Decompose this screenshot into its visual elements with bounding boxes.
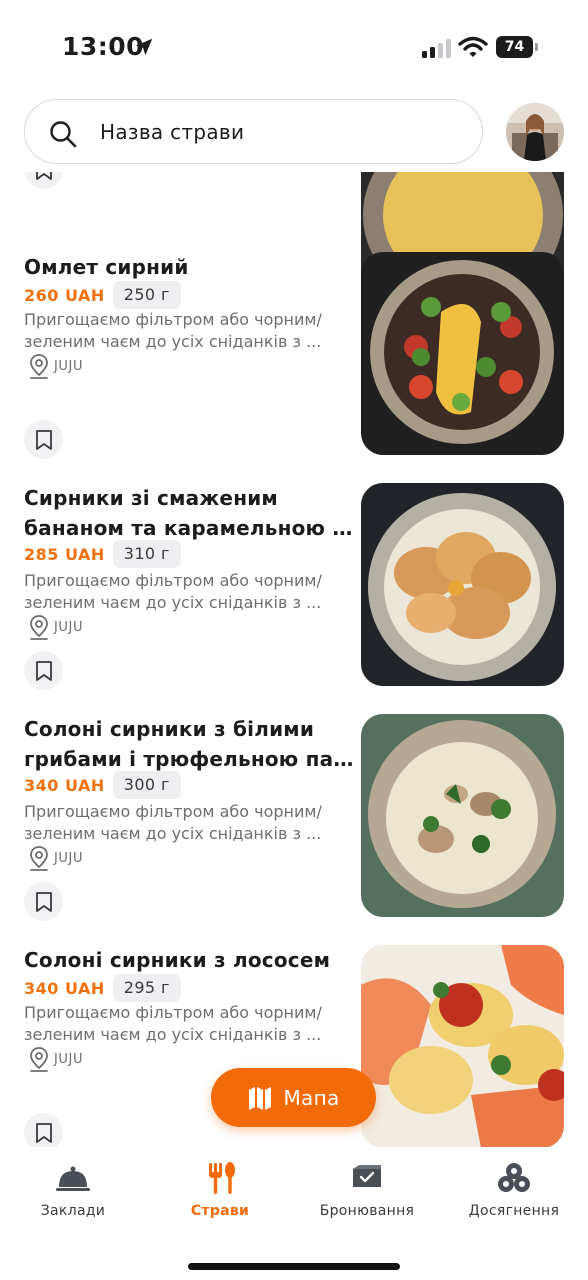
tab-achievements[interactable]: Досягнення xyxy=(444,1161,584,1231)
fork-knife-icon xyxy=(209,1162,235,1194)
bookmark-icon xyxy=(35,891,52,912)
venue-name: JUJU xyxy=(54,1051,84,1067)
dish-image[interactable] xyxy=(361,714,564,917)
tab-booking[interactable]: Бронювання xyxy=(297,1161,437,1231)
achievements-icon xyxy=(498,1163,530,1192)
dish-weight-badge: 300 г xyxy=(112,771,181,799)
bookmark-icon xyxy=(35,172,52,180)
dish-price: 285 UAH xyxy=(24,544,105,564)
avatar-image xyxy=(506,103,564,161)
dish-weight-badge: 295 г xyxy=(112,974,181,1002)
map-button-label: Мапа xyxy=(283,1085,340,1110)
tab-label: Бронювання xyxy=(319,1203,415,1219)
dish-card[interactable]: Омлет сирний 260 UAH 250 г Пригощаємо фі… xyxy=(0,252,588,483)
map-button[interactable]: Мапа xyxy=(211,1068,376,1127)
booking-icon xyxy=(353,1165,381,1187)
avatar[interactable] xyxy=(506,103,564,161)
venue-name: JUJU xyxy=(54,850,84,866)
dish-price: 340 UAH xyxy=(24,978,105,998)
location-pin-icon xyxy=(30,846,48,871)
bookmark-button[interactable] xyxy=(24,651,63,690)
dish-description: Пригощаємо фільтром або чорним/ зеленим … xyxy=(24,310,322,351)
venue-name: JUJU xyxy=(54,619,84,635)
dish-price: 260 UAH xyxy=(24,285,105,305)
dish-description: Пригощаємо фільтром або чорним/ зеленим … xyxy=(24,802,322,843)
venue-name: JUJU xyxy=(54,358,84,374)
battery-level: 74 xyxy=(496,36,533,58)
venue-link[interactable]: JUJU xyxy=(28,1046,83,1072)
dish-title: Омлет сирний xyxy=(24,255,189,279)
venue-link[interactable]: JUJU xyxy=(28,845,83,871)
dish-title-line-1: Сирники зі смаженим xyxy=(24,486,278,510)
cellular-signal-icon xyxy=(422,39,451,58)
tab-label: Страви xyxy=(190,1203,250,1219)
bookmark-button[interactable] xyxy=(24,1113,63,1147)
dish-description: Пригощаємо фільтром або чорним/ зеленим … xyxy=(24,1003,322,1044)
dish-title-line-1: Солоні сирники з білими xyxy=(24,717,315,741)
dish-description: Пригощаємо фільтром або чорним/ зеленим … xyxy=(24,571,322,612)
home-indicator xyxy=(188,1263,400,1270)
dish-title: Солоні сирники з лососем xyxy=(24,948,331,972)
price-row: 340 UAH 300 г xyxy=(24,770,181,800)
bookmark-icon xyxy=(35,429,52,450)
location-pin-icon xyxy=(30,615,48,640)
bookmark-button[interactable] xyxy=(24,172,63,189)
price-row: 340 UAH 295 г xyxy=(24,973,181,1003)
dish-weight-badge: 250 г xyxy=(112,281,181,309)
location-pin-icon xyxy=(30,1047,48,1072)
bookmark-button[interactable] xyxy=(24,420,63,459)
status-time: 13:00 xyxy=(62,32,145,61)
tab-venues[interactable]: Заклади xyxy=(3,1161,143,1231)
tab-label: Заклади xyxy=(40,1203,106,1219)
dish-image[interactable] xyxy=(361,483,564,686)
venue-link[interactable]: JUJU xyxy=(28,353,83,379)
bookmark-icon xyxy=(35,1122,52,1143)
bookmark-icon xyxy=(35,660,52,681)
location-arrow-icon xyxy=(135,38,153,56)
status-bar: 13:00 74 xyxy=(0,0,588,90)
location-pin-icon xyxy=(30,354,48,379)
dish-card[interactable]: Сирники зі смаженим бананом та карамельн… xyxy=(0,483,588,714)
tab-label: Досягнення xyxy=(468,1203,560,1219)
tab-bar: Заклади Страви Бронювання Досягнення xyxy=(0,1147,588,1280)
dish-weight-badge: 310 г xyxy=(112,540,181,568)
dish-price: 340 UAH xyxy=(24,775,105,795)
dish-image[interactable] xyxy=(361,252,564,455)
venue-link[interactable]: JUJU xyxy=(28,614,83,640)
search-input[interactable] xyxy=(100,114,460,150)
cloche-icon xyxy=(56,1166,90,1191)
price-row: 260 UAH 250 г xyxy=(24,280,181,310)
map-icon xyxy=(249,1086,272,1110)
search-icon xyxy=(50,121,77,148)
dish-image[interactable] xyxy=(361,945,564,1147)
dish-list[interactable]: Омлет сирний 260 UAH 250 г Пригощаємо фі… xyxy=(0,172,588,1147)
dish-card[interactable]: Солоні сирники з білими грибами і трюфел… xyxy=(0,714,588,945)
battery-icon: 74 xyxy=(496,36,538,58)
price-row: 285 UAH 310 г xyxy=(24,539,181,569)
wifi-icon xyxy=(458,36,488,57)
search-bar[interactable] xyxy=(24,99,483,164)
tab-dishes[interactable]: Страви xyxy=(150,1161,290,1231)
bookmark-button[interactable] xyxy=(24,882,63,921)
